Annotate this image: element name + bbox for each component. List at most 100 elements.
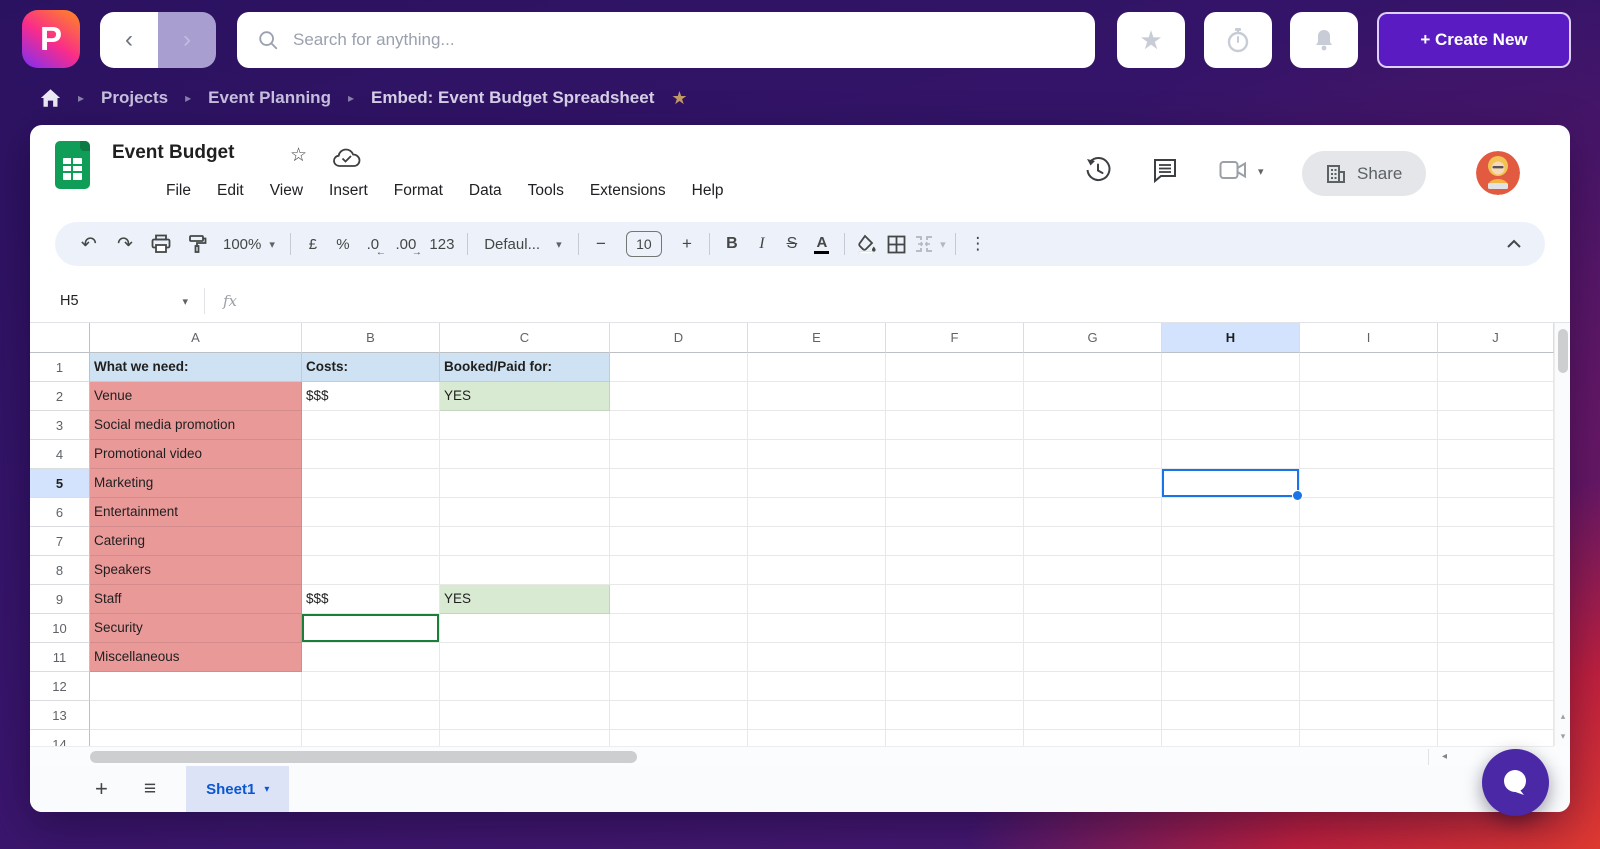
- cell-D8[interactable]: [610, 556, 748, 585]
- cell-A11[interactable]: Miscellaneous: [90, 643, 302, 672]
- column-header-G[interactable]: G: [1024, 323, 1162, 353]
- cell-G8[interactable]: [1024, 556, 1162, 585]
- cell-E8[interactable]: [748, 556, 886, 585]
- cell-I10[interactable]: [1300, 614, 1438, 643]
- increase-font-size-button[interactable]: +: [672, 229, 702, 259]
- cell-C14[interactable]: [440, 730, 610, 746]
- cell-J12[interactable]: [1438, 672, 1554, 701]
- cell-D5[interactable]: [610, 469, 748, 498]
- cell-J1[interactable]: [1438, 353, 1554, 382]
- text-color-button[interactable]: A: [807, 229, 837, 259]
- collapse-toolbar-button[interactable]: [1499, 229, 1529, 259]
- cell-B3[interactable]: [302, 411, 440, 440]
- cell-J2[interactable]: [1438, 382, 1554, 411]
- cell-E13[interactable]: [748, 701, 886, 730]
- cell-E10[interactable]: [748, 614, 886, 643]
- chat-launcher-button[interactable]: [1482, 749, 1549, 816]
- font-size-input[interactable]: 10: [625, 231, 662, 257]
- row-header-4[interactable]: 4: [30, 440, 90, 469]
- cell-H14[interactable]: [1162, 730, 1300, 746]
- cell-D11[interactable]: [610, 643, 748, 672]
- cell-F14[interactable]: [886, 730, 1024, 746]
- zoom-select[interactable]: 100% ▾: [215, 229, 283, 259]
- cell-H4[interactable]: [1162, 440, 1300, 469]
- cell-D7[interactable]: [610, 527, 748, 556]
- cell-B9[interactable]: $$$: [302, 585, 440, 614]
- cell-I9[interactable]: [1300, 585, 1438, 614]
- undo-button[interactable]: ↶: [71, 229, 107, 259]
- cell-C7[interactable]: [440, 527, 610, 556]
- cell-F2[interactable]: [886, 382, 1024, 411]
- cell-A8[interactable]: Speakers: [90, 556, 302, 585]
- cell-G1[interactable]: [1024, 353, 1162, 382]
- cell-B12[interactable]: [302, 672, 440, 701]
- user-avatar[interactable]: [1476, 151, 1520, 195]
- vertical-scroll-thumb[interactable]: [1558, 329, 1568, 373]
- cell-A6[interactable]: Entertainment: [90, 498, 302, 527]
- cell-G14[interactable]: [1024, 730, 1162, 746]
- cell-D13[interactable]: [610, 701, 748, 730]
- name-box[interactable]: H5 ▾: [60, 293, 188, 309]
- notifications-button[interactable]: [1290, 12, 1358, 68]
- cell-J13[interactable]: [1438, 701, 1554, 730]
- cell-C8[interactable]: [440, 556, 610, 585]
- increase-decimal-button[interactable]: .00 →: [388, 229, 424, 259]
- menu-insert[interactable]: Insert: [316, 177, 381, 205]
- cell-H7[interactable]: [1162, 527, 1300, 556]
- cell-H3[interactable]: [1162, 411, 1300, 440]
- cell-C10[interactable]: [440, 614, 610, 643]
- paint-format-button[interactable]: [179, 229, 215, 259]
- column-header-B[interactable]: B: [302, 323, 440, 353]
- cell-B1[interactable]: Costs:: [302, 353, 440, 382]
- cell-C6[interactable]: [440, 498, 610, 527]
- row-header-9[interactable]: 9: [30, 585, 90, 614]
- strikethrough-button[interactable]: S: [777, 229, 807, 259]
- cell-C2[interactable]: YES: [440, 382, 610, 411]
- row-header-14[interactable]: 14: [30, 730, 90, 746]
- cell-C13[interactable]: [440, 701, 610, 730]
- cell-H12[interactable]: [1162, 672, 1300, 701]
- cell-H6[interactable]: [1162, 498, 1300, 527]
- cell-E5[interactable]: [748, 469, 886, 498]
- format-percent-button[interactable]: %: [328, 229, 358, 259]
- cell-I1[interactable]: [1300, 353, 1438, 382]
- cell-H1[interactable]: [1162, 353, 1300, 382]
- merge-cells-button[interactable]: ▾: [912, 229, 948, 259]
- cell-A7[interactable]: Catering: [90, 527, 302, 556]
- cell-E4[interactable]: [748, 440, 886, 469]
- cell-F8[interactable]: [886, 556, 1024, 585]
- cell-A4[interactable]: Promotional video: [90, 440, 302, 469]
- cell-J9[interactable]: [1438, 585, 1554, 614]
- cell-E9[interactable]: [748, 585, 886, 614]
- cell-A10[interactable]: Security: [90, 614, 302, 643]
- borders-button[interactable]: [882, 229, 912, 259]
- row-header-11[interactable]: 11: [30, 643, 90, 672]
- cell-I2[interactable]: [1300, 382, 1438, 411]
- cell-A14[interactable]: [90, 730, 302, 746]
- all-sheets-button[interactable]: ≡: [144, 777, 156, 801]
- menu-edit[interactable]: Edit: [204, 177, 257, 205]
- font-select[interactable]: Defaul... ▾: [475, 229, 571, 259]
- column-header-D[interactable]: D: [610, 323, 748, 353]
- cell-B6[interactable]: [302, 498, 440, 527]
- cell-I3[interactable]: [1300, 411, 1438, 440]
- column-header-E[interactable]: E: [748, 323, 886, 353]
- column-header-C[interactable]: C: [440, 323, 610, 353]
- cell-J7[interactable]: [1438, 527, 1554, 556]
- cell-F6[interactable]: [886, 498, 1024, 527]
- cell-F10[interactable]: [886, 614, 1024, 643]
- cell-I7[interactable]: [1300, 527, 1438, 556]
- cell-I12[interactable]: [1300, 672, 1438, 701]
- cell-J11[interactable]: [1438, 643, 1554, 672]
- menu-tools[interactable]: Tools: [515, 177, 577, 205]
- cell-G4[interactable]: [1024, 440, 1162, 469]
- cell-G7[interactable]: [1024, 527, 1162, 556]
- cell-D2[interactable]: [610, 382, 748, 411]
- menu-help[interactable]: Help: [679, 177, 737, 205]
- cell-I8[interactable]: [1300, 556, 1438, 585]
- cell-A5[interactable]: Marketing: [90, 469, 302, 498]
- cell-I6[interactable]: [1300, 498, 1438, 527]
- menu-extensions[interactable]: Extensions: [577, 177, 679, 205]
- cell-J3[interactable]: [1438, 411, 1554, 440]
- cell-E7[interactable]: [748, 527, 886, 556]
